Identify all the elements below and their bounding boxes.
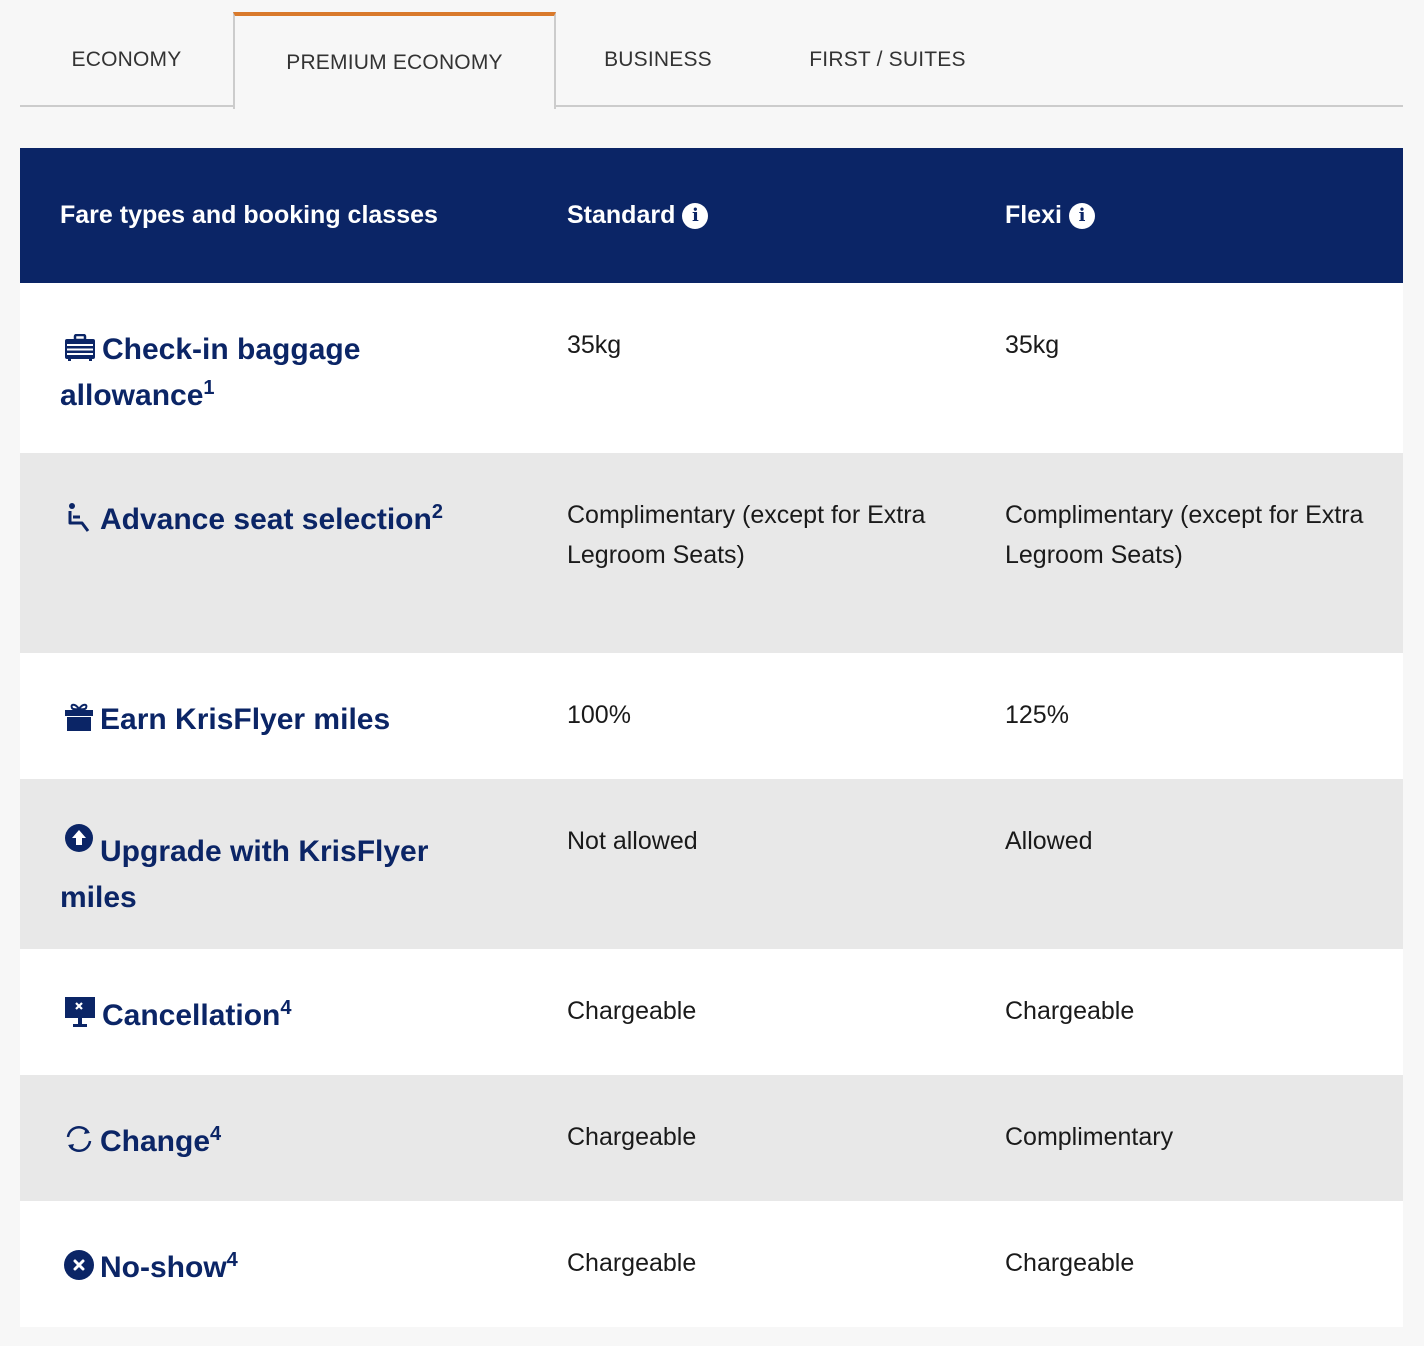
row-label: Earn KrisFlyer miles <box>60 697 500 743</box>
standard-value: Chargeable <box>567 997 697 1025</box>
row-label: No-show4 <box>60 1245 500 1291</box>
table-row: Upgrade with KrisFlyer miles Not allowed… <box>20 779 1403 949</box>
table-row: Earn KrisFlyer miles 100% 125% <box>20 653 1403 779</box>
standard-value: Chargeable <box>567 1123 697 1151</box>
table-row: Cancellation4 Chargeable Chargeable <box>20 949 1403 1075</box>
tab-first-suites[interactable]: FIRST / SUITES <box>760 12 1015 107</box>
tab-premium-economy[interactable]: PREMIUM ECONOMY <box>233 12 556 109</box>
header-standard: Standard i <box>567 148 709 283</box>
flexi-value: Complimentary <box>1005 1123 1174 1151</box>
table-row: No-show4 Chargeable Chargeable <box>20 1201 1403 1327</box>
footnote-ref[interactable]: 2 <box>432 501 443 523</box>
row-label-text: Advance seat selection <box>100 503 432 536</box>
footnote-ref[interactable]: 4 <box>210 1123 221 1145</box>
row-label: Change4 <box>60 1119 500 1165</box>
flexi-value: 125% <box>1005 701 1069 729</box>
row-label: Cancellation4 <box>60 993 500 1039</box>
change-icon <box>64 1124 94 1154</box>
standard-value: Chargeable <box>567 1249 697 1277</box>
table-row: Advance seat selection2 Complimentary (e… <box>20 453 1403 653</box>
info-icon[interactable]: i <box>1068 202 1095 229</box>
row-label-text: Earn KrisFlyer miles <box>100 703 391 736</box>
flexi-value: Complimentary (except for Extra Legroom … <box>1005 501 1364 569</box>
table-row: Change4 Chargeable Complimentary <box>20 1075 1403 1201</box>
info-icon[interactable]: i <box>682 202 709 229</box>
standard-value: 100% <box>567 701 631 729</box>
header-label: Fare types and booking classes <box>60 201 438 229</box>
row-label: Check-in baggage allowance1 <box>60 327 500 419</box>
row-label-text: Check-in baggage allowance <box>60 333 361 412</box>
table-header: Fare types and booking classes Standard … <box>20 148 1403 283</box>
cabin-class-tabs: ECONOMY PREMIUM ECONOMY BUSINESS FIRST /… <box>20 12 1403 109</box>
no-show-icon <box>64 1250 94 1280</box>
table-row: Check-in baggage allowance1 35kg 35kg <box>20 283 1403 453</box>
footnote-ref[interactable]: 4 <box>227 1249 238 1271</box>
row-label: Upgrade with KrisFlyer miles <box>60 823 500 921</box>
row-label-text: No-show <box>100 1251 227 1284</box>
flexi-value: Chargeable <box>1005 997 1135 1025</box>
cancellation-icon <box>64 996 96 1028</box>
flexi-value: 35kg <box>1005 331 1060 359</box>
footnote-ref[interactable]: 4 <box>280 997 291 1019</box>
flexi-value: Allowed <box>1005 827 1093 855</box>
flexi-value: Chargeable <box>1005 1249 1135 1277</box>
header-flexi-label: Flexi <box>1005 201 1062 229</box>
gift-icon <box>64 702 94 732</box>
row-label: Advance seat selection2 <box>60 497 500 543</box>
fare-comparison-table: Fare types and booking classes Standard … <box>20 148 1403 1327</box>
suitcase-icon <box>64 334 96 362</box>
row-label-text: Change <box>100 1125 211 1158</box>
upgrade-arrow-icon <box>64 823 94 853</box>
header-standard-label: Standard <box>567 201 676 229</box>
header-fare-types: Fare types and booking classes <box>60 148 438 283</box>
standard-value: Complimentary (except for Extra Legroom … <box>567 501 926 569</box>
seat-icon <box>64 502 94 532</box>
tab-business[interactable]: BUSINESS <box>556 12 760 107</box>
row-label-text: Cancellation <box>102 999 281 1032</box>
standard-value: Not allowed <box>567 827 698 855</box>
footnote-ref[interactable]: 1 <box>203 377 214 399</box>
standard-value: 35kg <box>567 331 622 359</box>
tab-economy[interactable]: ECONOMY <box>20 12 233 107</box>
row-label-text: Upgrade with KrisFlyer miles <box>60 835 429 914</box>
header-flexi: Flexi i <box>1005 148 1095 283</box>
